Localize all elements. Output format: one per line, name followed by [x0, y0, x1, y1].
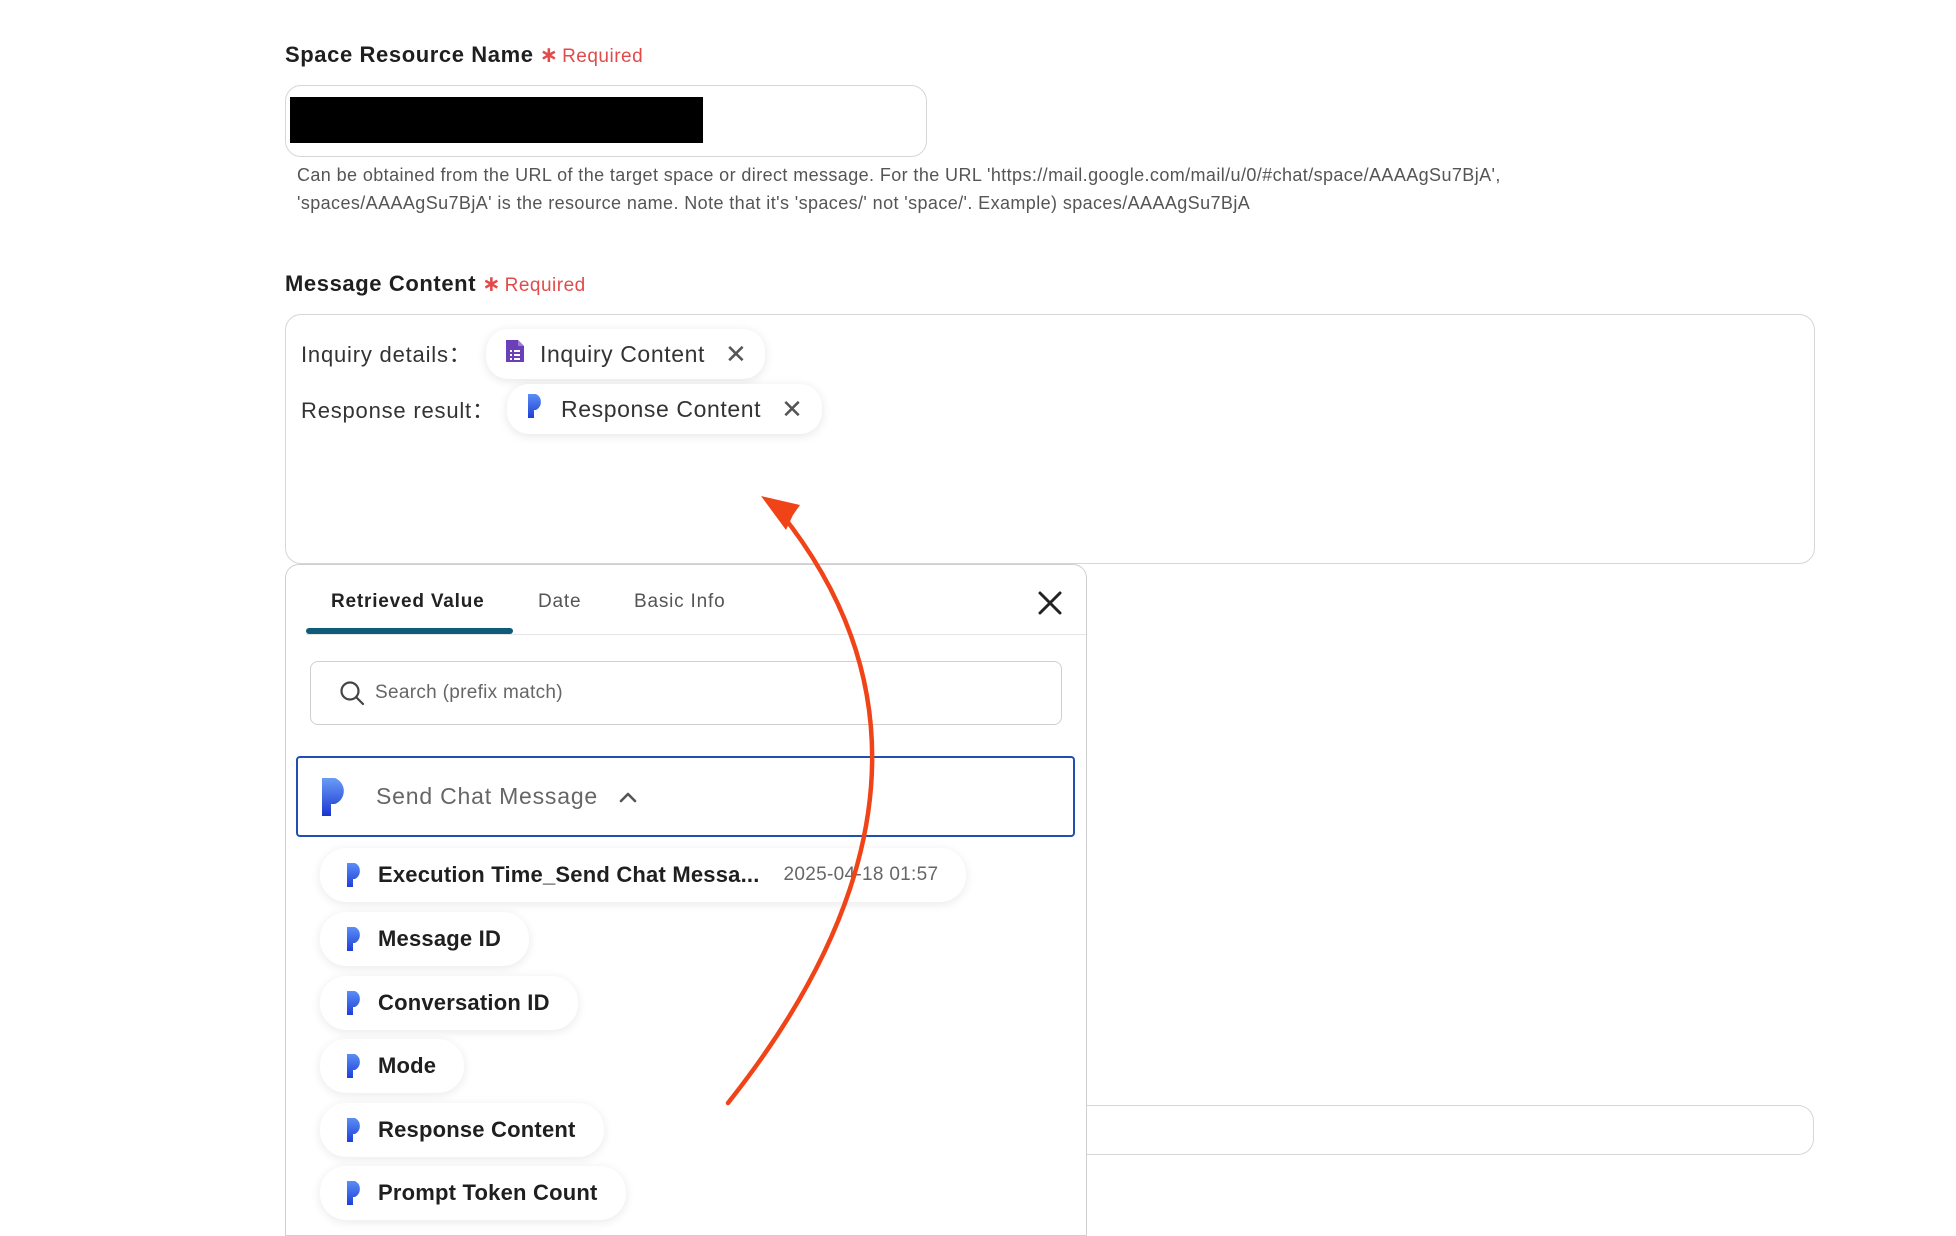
annotation-arrow — [725, 496, 875, 1106]
arrow-head — [761, 496, 800, 530]
